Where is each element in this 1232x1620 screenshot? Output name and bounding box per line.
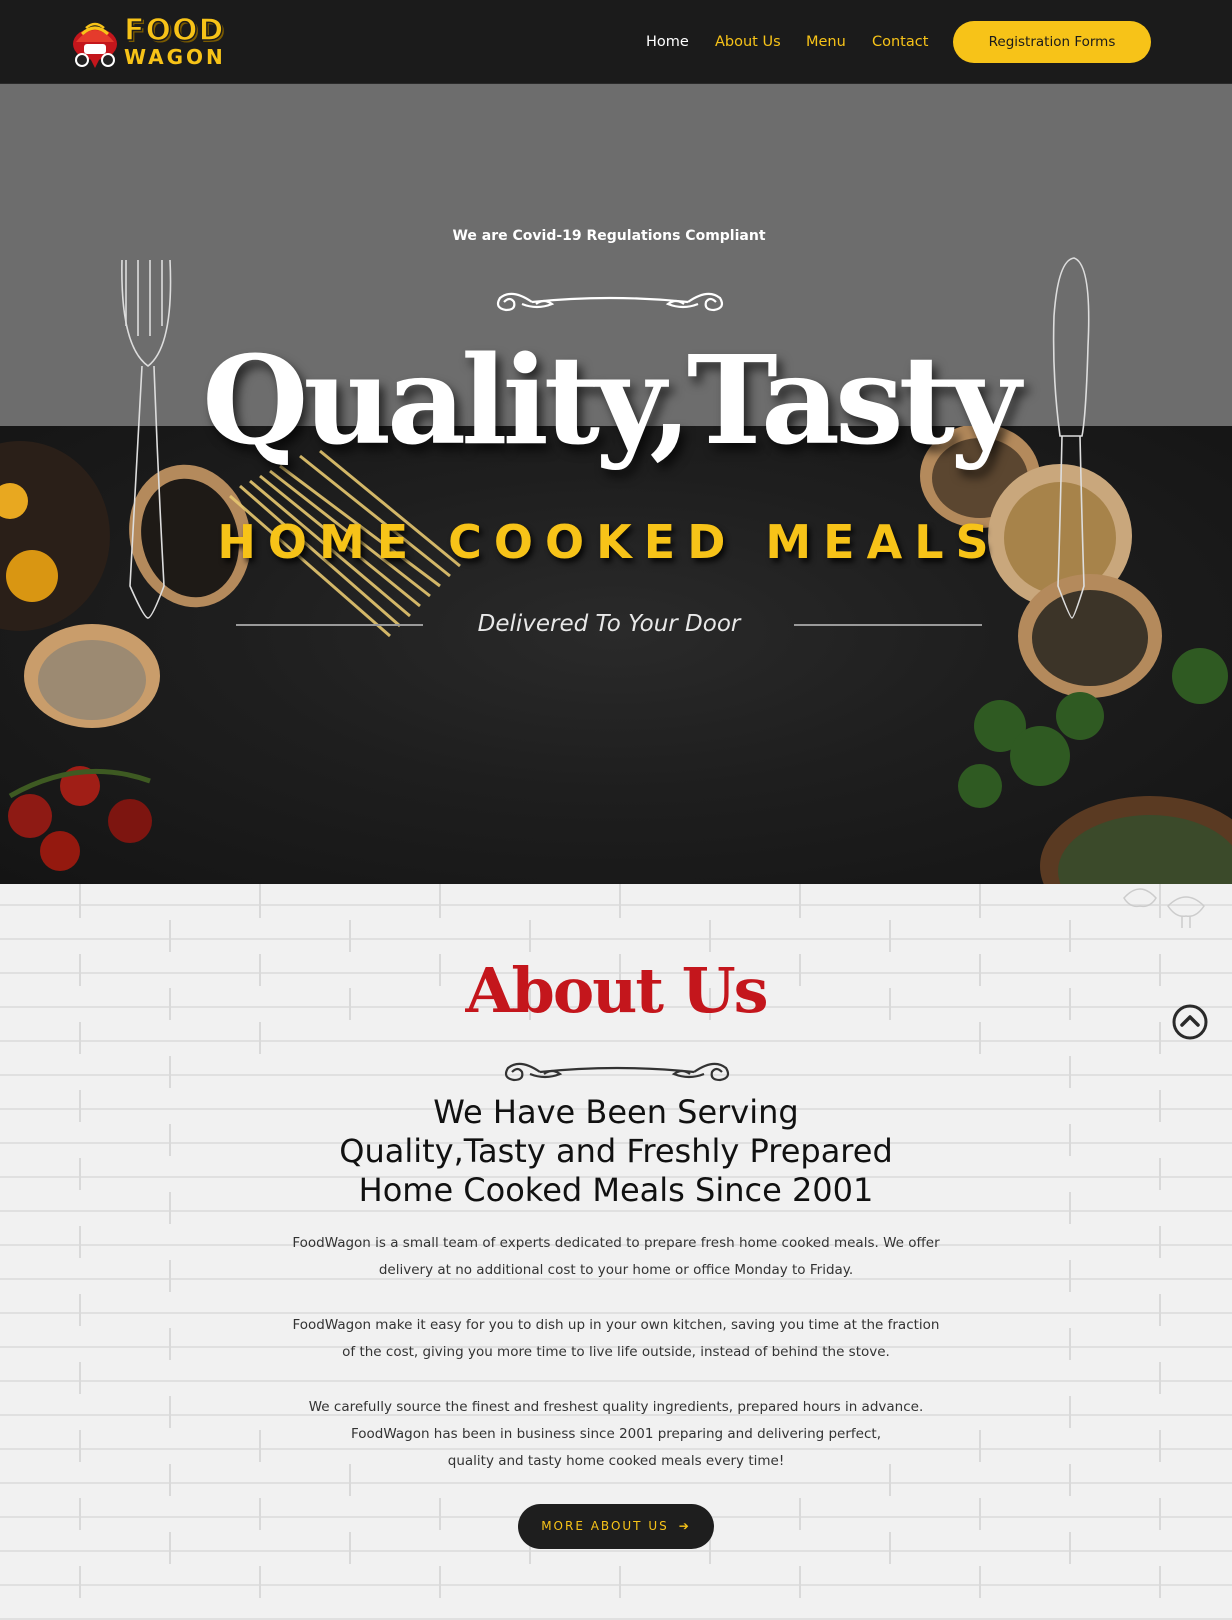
hero-subheadline: HOME COOKED MEALS: [217, 515, 1001, 569]
site-header: FOOD WAGON Home About Us Menu Contact Re…: [0, 0, 1232, 84]
food-wagon-logo[interactable]: FOOD WAGON: [70, 14, 230, 70]
registration-forms-button[interactable]: Registration Forms: [953, 21, 1151, 63]
about-paragraph: FoodWagon is a small team of experts ded…: [0, 1230, 1232, 1284]
about-heading-line: Home Cooked Meals Since 2001: [358, 1171, 874, 1209]
nav-about-us[interactable]: About Us: [715, 30, 781, 54]
nav-home[interactable]: Home: [646, 30, 689, 54]
about-heading-line: We Have Been Serving: [433, 1093, 799, 1131]
paragraph-line: FoodWagon has been in business since 200…: [351, 1426, 881, 1442]
paragraph-line: of the cost, giving you more time to liv…: [342, 1344, 890, 1360]
paragraph-line: We carefully source the finest and fresh…: [308, 1399, 924, 1415]
about-paragraph: FoodWagon make it easy for you to dish u…: [0, 1312, 1232, 1366]
paragraph-line: FoodWagon is a small team of experts ded…: [292, 1235, 940, 1251]
hero-tagline: Delivered To Your Door: [477, 611, 741, 637]
hero-headline: Quality,Tasty: [202, 328, 1021, 472]
more-about-us-label: MORE ABOUT US: [541, 1519, 669, 1533]
covid-compliance-notice: We are Covid-19 Regulations Compliant: [452, 228, 766, 244]
logo-wordmark-wagon: WAGON: [124, 45, 226, 69]
about-heading-line: Quality,Tasty and Freshly Prepared: [339, 1132, 893, 1170]
delivery-scooter-icon: [73, 22, 117, 68]
about-heading: We Have Been Serving Quality,Tasty and F…: [0, 1093, 1232, 1210]
arrow-right-icon: ➔: [678, 1519, 691, 1533]
about-paragraph: We carefully source the finest and fresh…: [0, 1394, 1232, 1475]
nav-menu[interactable]: Menu: [806, 30, 846, 54]
paragraph-line: quality and tasty home cooked meals ever…: [447, 1453, 785, 1469]
about-us-title: About Us: [465, 954, 768, 1027]
chevron-up-circle-icon[interactable]: [1172, 1004, 1208, 1040]
paragraph-line: delivery at no additional cost to your h…: [378, 1262, 854, 1278]
paragraph-line: FoodWagon make it easy for you to dish u…: [292, 1317, 940, 1333]
logo-wordmark-food: FOOD: [123, 13, 225, 48]
decorative-flourish-icon: [504, 1062, 730, 1082]
divider-line-right: [794, 624, 982, 626]
more-about-us-button[interactable]: MORE ABOUT US ➔: [518, 1504, 714, 1549]
decorative-flourish-icon: [496, 292, 724, 312]
nav-contact[interactable]: Contact: [872, 30, 928, 54]
